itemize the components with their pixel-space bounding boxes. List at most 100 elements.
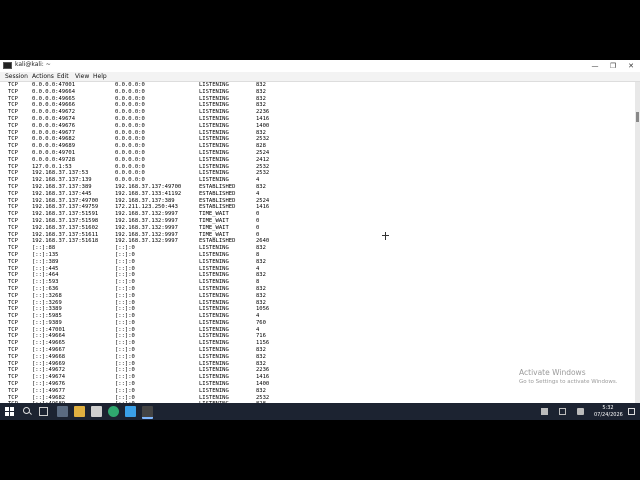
pid-cell: 2532: [256, 163, 270, 170]
network-icon[interactable]: [541, 408, 548, 415]
proto-cell: TCP: [8, 245, 18, 252]
pid-cell: 1416: [256, 374, 270, 381]
terminal-icon[interactable]: [91, 406, 102, 417]
proto-cell: TCP: [8, 353, 18, 360]
state-cell: LISTENING: [199, 367, 229, 374]
window-title: kali@kali: ~: [15, 61, 51, 68]
table-row: TCP 192.168.37.137:49700 192.168.37.137:38…: [8, 198, 608, 205]
proto-cell: TCP: [8, 143, 18, 150]
pid-cell: 0: [256, 231, 260, 238]
foreign-address-cell: [::]:0: [115, 299, 135, 306]
table-row: TCP 0.0.0.0:49674 0.0.0.0:0 LISTENING 1416: [8, 116, 608, 123]
edge-browser-icon[interactable]: [108, 406, 119, 417]
task-view-icon[interactable]: [39, 407, 48, 416]
pid-cell: 716: [256, 333, 266, 340]
pid-cell: 2412: [256, 156, 270, 163]
table-row: TCP [::]:49672 [::]:0 LISTENING 2236: [8, 367, 608, 374]
state-cell: LISTENING: [199, 326, 229, 333]
table-row: TCP [::]:3268 [::]:0 LISTENING 832: [8, 293, 608, 300]
letterbox-bottom: [0, 420, 640, 480]
local-address-cell: [::]:49672: [32, 367, 66, 374]
minimize-button[interactable]: —: [586, 60, 604, 72]
proto-cell: TCP: [8, 326, 18, 333]
volume-icon[interactable]: [577, 408, 584, 415]
table-row: TCP [::]:3389 [::]:0 LISTENING 1056: [8, 306, 608, 313]
local-address-cell: [::]:464: [32, 272, 59, 279]
proto-cell: TCP: [8, 224, 18, 231]
local-address-cell: 192.168.37.137:51591: [32, 211, 99, 218]
state-cell: LISTENING: [199, 306, 229, 313]
state-cell: LISTENING: [199, 340, 229, 347]
close-button[interactable]: ✕: [622, 60, 640, 72]
foreign-address-cell: [::]:0: [115, 340, 135, 347]
local-address-cell: [::]:3268: [32, 292, 62, 299]
monitor-icon[interactable]: [559, 408, 566, 415]
state-cell: LISTENING: [199, 394, 229, 401]
state-cell: LISTENING: [199, 319, 229, 326]
local-address-cell: 0.0.0.0:49676: [32, 122, 76, 129]
pid-cell: 4: [256, 190, 260, 197]
pid-cell: 832: [256, 258, 266, 265]
state-cell: ESTABLISHED: [199, 197, 236, 204]
foreign-address-cell: [::]:0: [115, 360, 135, 367]
state-cell: TIME_WAIT: [199, 224, 229, 231]
state-cell: LISTENING: [199, 122, 229, 129]
local-address-cell: [::]:3269: [32, 299, 62, 306]
terminal-output[interactable]: TCP 0.0.0.0:47001 0.0.0.0:0 LISTENING 832 TCP…: [0, 82, 635, 403]
table-row: TCP 192.168.37.137:49759 172.211.123.250:4…: [8, 204, 608, 211]
local-address-cell: [::]:88: [32, 245, 56, 252]
state-cell: LISTENING: [199, 313, 229, 320]
foreign-address-cell: [::]:0: [115, 347, 135, 354]
state-cell: LISTENING: [199, 102, 229, 109]
table-row: TCP 192.168.37.137:139 0.0.0.0:0 LISTENING 4: [8, 177, 608, 184]
pid-cell: 4: [256, 313, 260, 320]
windows-start-icon[interactable]: [4, 406, 15, 417]
local-address-cell: 192.168.37.137:51611: [32, 231, 99, 238]
foreign-address-cell: [::]:0: [115, 333, 135, 340]
terminal-app-icon: [3, 62, 12, 69]
pid-cell: 832: [256, 299, 266, 306]
pid-cell: 2532: [256, 170, 270, 177]
foreign-address-cell: 192.168.37.132:9997: [115, 211, 178, 218]
pid-cell: 0: [256, 224, 260, 231]
search-icon[interactable]: [22, 406, 33, 417]
state-cell: LISTENING: [199, 149, 229, 156]
menu-actions[interactable]: Actions: [32, 73, 54, 80]
text-cursor-icon: [382, 232, 390, 240]
local-address-cell: 192.168.37.137:51618: [32, 238, 99, 245]
pid-cell: 832: [256, 272, 266, 279]
state-cell: ESTABLISHED: [199, 204, 236, 211]
local-address-cell: 0.0.0.0:49701: [32, 149, 76, 156]
taskbar: 5:32 07/24/2026: [0, 403, 640, 420]
vertical-scrollbar[interactable]: [635, 82, 640, 403]
blue-app-icon[interactable]: [125, 406, 136, 417]
menu-help[interactable]: Help: [93, 73, 107, 80]
table-row: TCP 0.0.0.0:49677 0.0.0.0:0 LISTENING 832: [8, 130, 608, 137]
scrollbar-thumb[interactable]: [636, 112, 639, 122]
table-row: TCP [::]:49677 [::]:0 LISTENING 832: [8, 388, 608, 395]
local-address-cell: 0.0.0.0:49666: [32, 102, 76, 109]
file-explorer-icon[interactable]: [57, 406, 68, 417]
table-row: TCP 192.168.37.137:445 192.168.37.133:4119…: [8, 191, 608, 198]
state-cell: LISTENING: [199, 109, 229, 116]
local-address-cell: 0.0.0.0:49674: [32, 115, 76, 122]
proto-cell: TCP: [8, 122, 18, 129]
clock[interactable]: 5:32 07/24/2026: [594, 405, 623, 418]
foreign-address-cell: 0.0.0.0:0: [115, 109, 145, 116]
foreign-address-cell: 0.0.0.0:0: [115, 170, 145, 177]
folder-icon[interactable]: [74, 406, 85, 417]
menu-view[interactable]: View: [75, 73, 89, 80]
proto-cell: TCP: [8, 95, 18, 102]
state-cell: LISTENING: [199, 279, 229, 286]
pid-cell: 832: [256, 347, 266, 354]
notification-icon[interactable]: [628, 408, 635, 415]
menu-edit[interactable]: Edit: [57, 73, 69, 80]
table-row: TCP 192.168.37.137:51602 192.168.37.132:99…: [8, 225, 608, 232]
table-row: TCP [::]:49682 [::]:0 LISTENING 2532: [8, 395, 608, 402]
window-titlebar[interactable]: kali@kali: ~ — ❐ ✕: [0, 60, 640, 72]
state-cell: LISTENING: [199, 347, 229, 354]
command-prompt-icon[interactable]: [142, 406, 153, 419]
state-cell: LISTENING: [199, 143, 229, 150]
maximize-button[interactable]: ❐: [604, 60, 622, 72]
menu-session[interactable]: Session: [5, 73, 28, 80]
